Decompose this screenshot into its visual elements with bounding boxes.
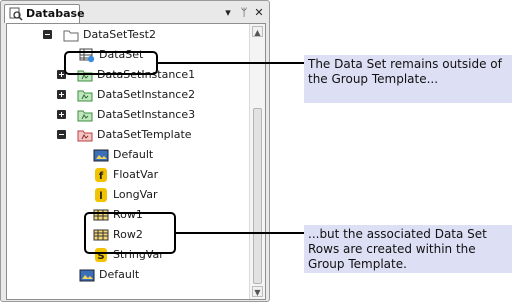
collapse-icon[interactable]: [43, 30, 52, 39]
scroll-up-icon[interactable]: ▲: [252, 26, 263, 37]
tree-item[interactable]: Default: [7, 266, 247, 284]
tree-item[interactable]: DataSetTemplate: [7, 126, 247, 144]
float-variable-icon: f: [93, 167, 109, 183]
default-image-icon: [79, 267, 95, 283]
tree-item-label: DataSetTest2: [83, 28, 156, 41]
callout-note: The Data Set remains outside of the Grou…: [304, 55, 512, 103]
folder-icon: [63, 27, 79, 43]
tree-item-label: DataSetInstance3: [97, 108, 196, 121]
callout-leader-line: [176, 232, 304, 234]
tree-item-label: Default: [99, 268, 140, 281]
expand-icon[interactable]: [57, 90, 66, 99]
panel-tab-bar: Database ▾ ᛘ ✕: [2, 2, 268, 23]
close-icon[interactable]: ✕: [252, 6, 266, 20]
tree-item[interactable]: l LongVar: [7, 186, 247, 204]
scroll-down-icon[interactable]: ▼: [252, 286, 263, 297]
tree-item[interactable]: f FloatVar: [7, 166, 247, 184]
tab-title: Database: [26, 7, 85, 20]
tree-item-label: Default: [113, 148, 154, 161]
dataset-instance-icon: [77, 87, 93, 103]
svg-text:l: l: [99, 191, 102, 202]
tree-item[interactable]: DataSetInstance2: [7, 86, 247, 104]
tree-item-label: LongVar: [113, 188, 158, 201]
tree-item[interactable]: DataSetInstance3: [7, 106, 247, 124]
default-image-icon: [93, 147, 109, 163]
tree-item-label: FloatVar: [113, 168, 159, 181]
callout-text: The Data Set remains outside of the Grou…: [308, 57, 502, 86]
dataset-template-icon: [77, 127, 93, 143]
expand-icon[interactable]: [57, 110, 66, 119]
callout-note: ...but the associated Data Set Rows are …: [304, 225, 512, 273]
dataset-highlight-box: [64, 51, 158, 75]
tree-item[interactable]: DataSetTest2: [7, 26, 247, 44]
dataset-instance-icon: [77, 107, 93, 123]
collapse-icon[interactable]: [57, 130, 66, 139]
dropdown-icon[interactable]: ▾: [221, 6, 235, 20]
callout-text: ...but the associated Data Set Rows are …: [308, 227, 487, 271]
tree-item[interactable]: Default: [7, 146, 247, 164]
database-panel: Database ▾ ᛘ ✕ DataSetTest2 DataSet DataSe…: [0, 0, 270, 302]
long-variable-icon: l: [93, 187, 109, 203]
tab-database[interactable]: Database: [4, 4, 85, 23]
svg-text:f: f: [99, 171, 104, 182]
pin-icon[interactable]: ᛘ: [237, 6, 251, 20]
vertical-scrollbar[interactable]: ▲ ▼: [249, 24, 265, 299]
callout-leader-line: [158, 62, 304, 64]
database-search-icon: [9, 7, 23, 21]
rows-highlight-box: [84, 212, 176, 254]
scrollbar-thumb[interactable]: [253, 108, 262, 284]
tree-item-label: DataSetInstance2: [97, 88, 196, 101]
tree-item-label: DataSetTemplate: [97, 128, 192, 141]
